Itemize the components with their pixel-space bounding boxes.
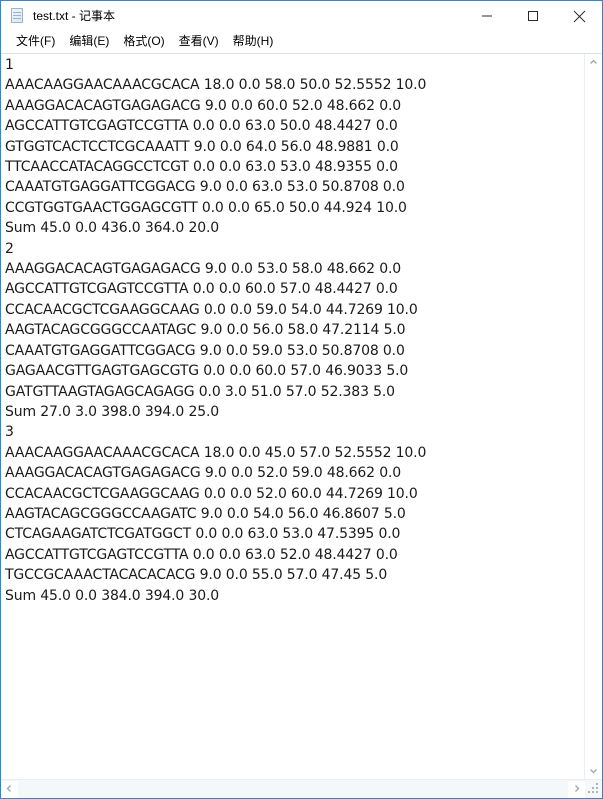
maximize-icon (527, 10, 539, 22)
text-line: CCACAACGCTCGAAGGCAAG 0.0 0.0 52.0 60.0 4… (5, 485, 418, 502)
text-line: AAAGGACACAGTGAGAGACG 9.0 0.0 53.0 58.0 4… (5, 261, 402, 278)
text-line: AGCCATTGTCGAGTCCGTTA 0.0 0.0 63.0 52.0 4… (5, 546, 398, 563)
menu-view[interactable]: 查看(V) (172, 32, 226, 52)
vertical-scroll-track[interactable] (585, 71, 602, 762)
text-line: AAGTACAGCGGGCCAAGATC 9.0 0.0 54.0 56.0 4… (5, 505, 406, 522)
horizontal-scrollbar-row (1, 779, 602, 798)
chevron-down-icon (589, 762, 598, 780)
text-line: Sum 45.0 0.0 384.0 394.0 30.0 (5, 587, 220, 604)
chevron-left-icon (5, 780, 14, 798)
chevron-up-icon (589, 54, 598, 72)
menu-bar: 文件(F) 编辑(E) 格式(O) 查看(V) 帮助(H) (1, 31, 602, 53)
text-line: Sum 45.0 0.0 436.0 364.0 20.0 (5, 220, 220, 237)
document-text: 1 AAACAAGGAACAAACGCACA 18.0 0.0 58.0 50.0… (5, 55, 584, 606)
menu-file[interactable]: 文件(F) (9, 32, 62, 52)
text-line: 1 (5, 57, 14, 73)
window-controls (464, 1, 602, 31)
text-line: GTGGTCACTCCTCGCAAATT 9.0 0.0 64.0 56.0 4… (5, 138, 399, 155)
menu-edit[interactable]: 编辑(E) (62, 32, 116, 52)
text-edit-area[interactable]: 1 AAACAAGGAACAAACGCACA 18.0 0.0 58.0 50.0… (1, 54, 584, 779)
text-line: Sum 27.0 3.0 398.0 394.0 25.0 (5, 403, 220, 420)
text-line: AAACAAGGAACAAACGCACA 18.0 0.0 58.0 50.0 … (5, 77, 427, 94)
text-line: 3 (5, 424, 14, 441)
text-line: AGCCATTGTCGAGTCCGTTA 0.0 0.0 60.0 57.0 4… (5, 281, 398, 298)
text-line: CAAATGTGAGGATTCGGACG 9.0 0.0 59.0 53.0 5… (5, 342, 405, 359)
chevron-right-icon (572, 780, 581, 798)
window-title: test.txt - 记事本 (33, 9, 116, 23)
text-line: TGCCGCAAACTACACACACG 9.0 0.0 55.0 57.0 4… (5, 567, 388, 584)
maximize-button[interactable] (510, 1, 556, 31)
menu-format[interactable]: 格式(O) (116, 32, 171, 52)
notepad-window: test.txt - 记事本 文件(F) 编辑(E) 格式(O) 查看(V) 帮… (0, 0, 603, 799)
scroll-left-button[interactable] (1, 780, 18, 798)
text-line: AAAGGACACAGTGAGAGACG 9.0 0.0 52.0 59.0 4… (5, 465, 402, 482)
text-line: TTCAACCATACAGGCCTCGT 0.0 0.0 63.0 53.0 4… (5, 159, 398, 176)
text-line: CTCAGAAGATCTCGATGGCT 0.0 0.0 63.0 53.0 4… (5, 526, 401, 543)
minimize-icon (481, 10, 493, 22)
notepad-document-icon (10, 8, 26, 24)
title-bar-left: test.txt - 记事本 (1, 8, 115, 24)
text-line: AAAGGACACAGTGAGAGACG 9.0 0.0 60.0 52.0 4… (5, 97, 402, 114)
text-line: CCACAACGCTCGAAGGCAAG 0.0 0.0 59.0 54.0 4… (5, 301, 418, 318)
text-line: GATGTTAAGTAGAGCAGAGG 0.0 3.0 51.0 57.0 5… (5, 383, 395, 400)
scroll-up-button[interactable] (585, 54, 602, 71)
text-line: GAGAACGTTGAGTGAGCGTG 0.0 0.0 60.0 57.0 4… (5, 363, 409, 380)
vertical-scrollbar[interactable] (584, 54, 602, 779)
resize-grip[interactable] (585, 780, 602, 797)
text-line: AGCCATTGTCGAGTCCGTTA 0.0 0.0 63.0 50.0 4… (5, 118, 398, 135)
scroll-right-button[interactable] (568, 780, 585, 798)
editor-row: 1 AAACAAGGAACAAACGCACA 18.0 0.0 58.0 50.0… (1, 54, 602, 779)
text-line: AAACAAGGAACAAACGCACA 18.0 0.0 45.0 57.0 … (5, 444, 427, 461)
text-line: CAAATGTGAGGATTCGGACG 9.0 0.0 63.0 53.0 5… (5, 179, 405, 196)
editor-area: 1 AAACAAGGAACAAACGCACA 18.0 0.0 58.0 50.0… (1, 53, 602, 798)
close-icon (573, 10, 586, 23)
menu-help[interactable]: 帮助(H) (226, 32, 281, 52)
text-line: AAGTACAGCGGGCCAATAGC 9.0 0.0 56.0 58.0 4… (5, 322, 406, 339)
title-bar[interactable]: test.txt - 记事本 (1, 1, 602, 31)
text-line: 2 (5, 240, 14, 257)
minimize-button[interactable] (464, 1, 510, 31)
scroll-down-button[interactable] (585, 762, 602, 779)
text-line: CCGTGGTGAACTGGAGCGTT 0.0 0.0 65.0 50.0 4… (5, 199, 407, 216)
close-button[interactable] (556, 1, 602, 31)
horizontal-scrollbar[interactable] (1, 780, 585, 798)
horizontal-scroll-track[interactable] (18, 780, 568, 798)
